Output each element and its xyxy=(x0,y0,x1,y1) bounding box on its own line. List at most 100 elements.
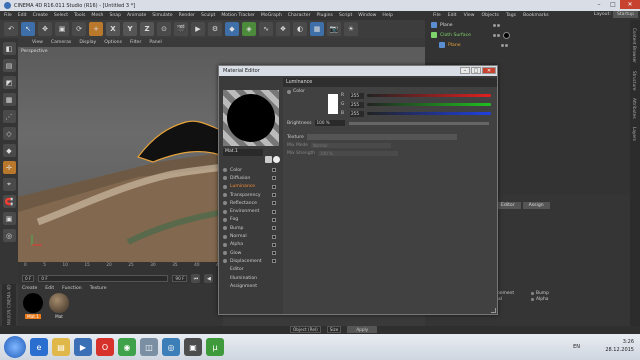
vp-menu-filter[interactable]: Filter xyxy=(130,40,141,45)
start-button-icon[interactable] xyxy=(4,336,26,358)
material-preview-area[interactable] xyxy=(223,90,279,146)
om-menu-file[interactable]: File xyxy=(433,13,441,18)
channel-item-alpha[interactable]: Alpha xyxy=(223,241,278,249)
mm-menu-texture[interactable]: Texture xyxy=(90,286,107,291)
object-row[interactable]: Cloth Surface xyxy=(425,30,640,40)
material-swatch[interactable]: Mat.1 xyxy=(22,293,44,321)
tab-assign[interactable]: Assign xyxy=(522,202,550,209)
green-slider[interactable] xyxy=(367,103,491,106)
edges-mode-icon[interactable]: ◇ xyxy=(2,127,16,140)
menu-character[interactable]: Character xyxy=(288,13,311,18)
menu-mograph[interactable]: MoGraph xyxy=(261,13,282,18)
channel-item-editor[interactable]: Editor xyxy=(223,266,278,274)
move-icon[interactable]: ✥ xyxy=(38,22,52,36)
object-row[interactable]: Plane xyxy=(425,20,640,30)
channel-item-illumination[interactable]: Illumination xyxy=(223,274,278,282)
menu-mesh[interactable]: Mesh xyxy=(91,13,103,18)
texture-field[interactable] xyxy=(306,134,457,140)
opera-icon[interactable]: O xyxy=(96,338,114,356)
scale-icon[interactable]: ▣ xyxy=(55,22,69,36)
points-mode-icon[interactable]: ⋰ xyxy=(2,110,16,123)
layout-dropdown[interactable]: Startup xyxy=(612,11,638,18)
mix-mode-dropdown[interactable]: Normal xyxy=(310,143,391,148)
vp-menu-view[interactable]: View xyxy=(32,40,43,45)
cinema4d-taskbar-icon[interactable]: ◎ xyxy=(162,338,180,356)
app-icon[interactable]: ◫ xyxy=(140,338,158,356)
channel-checkbox[interactable] xyxy=(272,226,276,231)
material-options-icon[interactable] xyxy=(265,156,272,163)
app-icon[interactable]: ▣ xyxy=(184,338,202,356)
solo-icon[interactable]: ◎ xyxy=(2,229,16,242)
menu-simulate[interactable]: Simulate xyxy=(152,13,172,18)
tab-editor[interactable]: Editor xyxy=(495,202,521,209)
file-explorer-icon[interactable]: ▤ xyxy=(52,338,70,356)
menu-plugins[interactable]: Plugins xyxy=(316,13,332,18)
menu-animate[interactable]: Animate xyxy=(127,13,146,18)
array-icon[interactable]: ❖ xyxy=(276,22,290,36)
channel-item-diffusion[interactable]: Diffusion xyxy=(223,174,278,182)
live-selection-icon[interactable]: ↖ xyxy=(21,22,35,36)
make-editable-icon[interactable]: ◧ xyxy=(2,42,16,55)
channel-item-color[interactable]: Color xyxy=(223,166,278,174)
channel-checkbox[interactable] xyxy=(272,251,276,256)
om-menu-tags[interactable]: Tags xyxy=(506,13,516,18)
vp-menu-cameras[interactable]: Cameras xyxy=(51,40,71,45)
channel-checkbox[interactable] xyxy=(272,201,276,206)
menu-help[interactable]: Help xyxy=(382,13,392,18)
channel-checkbox[interactable] xyxy=(272,193,276,198)
vp-menu-display[interactable]: Display xyxy=(79,40,96,45)
channel-checkbox[interactable] xyxy=(272,242,276,247)
prev-frame-icon[interactable]: ◀ xyxy=(204,274,214,283)
om-menu-view[interactable]: View xyxy=(464,13,475,18)
channel-item-assignment[interactable]: Assignment xyxy=(223,282,278,290)
dialog-close-button[interactable]: ✕ xyxy=(482,67,496,74)
polygons-mode-icon[interactable]: ◆ xyxy=(2,144,16,157)
tab-layers[interactable]: Layers xyxy=(632,127,637,141)
workplane-icon[interactable]: ▦ xyxy=(2,93,16,106)
workplane-lock-icon[interactable]: ▣ xyxy=(2,212,16,225)
channel-item-environment[interactable]: Environment xyxy=(223,207,278,215)
size-mode-dropdown[interactable]: Size xyxy=(326,326,342,333)
channel-item-reflectance[interactable]: Reflectance xyxy=(223,199,278,207)
snap-icon[interactable]: 🧲 xyxy=(2,195,16,208)
channel-checkbox[interactable] xyxy=(272,168,276,173)
x-axis-icon[interactable]: X xyxy=(106,22,120,36)
channel-checkbox[interactable] xyxy=(272,209,276,214)
menu-sculpt[interactable]: Sculpt xyxy=(201,13,215,18)
recent-tools-icon[interactable]: + xyxy=(89,22,103,36)
vp-menu-options[interactable]: Options xyxy=(104,40,122,45)
model-mode-icon[interactable]: ▤ xyxy=(2,59,16,72)
channel-checkbox[interactable] xyxy=(272,259,276,264)
red-value-field[interactable]: 255 xyxy=(350,92,364,99)
texture-mode-icon[interactable]: ◩ xyxy=(2,76,16,89)
brightness-slider[interactable] xyxy=(349,121,490,125)
goto-start-icon[interactable]: ⏮ xyxy=(191,274,201,283)
vp-menu-panel[interactable]: Panel xyxy=(149,40,161,45)
menu-render[interactable]: Render xyxy=(179,13,195,18)
dialog-titlebar[interactable]: Material Editor – □ ✕ xyxy=(219,66,497,76)
om-menu-edit[interactable]: Edit xyxy=(448,13,457,18)
dialog-maximize-button[interactable]: □ xyxy=(471,67,481,74)
channel-checkbox[interactable] xyxy=(272,176,276,181)
internet-explorer-icon[interactable]: e xyxy=(30,338,48,356)
cube-icon[interactable]: ◆ xyxy=(225,22,239,36)
attr-channel[interactable]: Bump xyxy=(531,291,581,296)
material-swatch[interactable]: Mat xyxy=(48,293,70,321)
red-slider[interactable] xyxy=(367,94,491,97)
frame-range-slider[interactable]: 0 F xyxy=(38,275,169,282)
deformer-icon[interactable]: ◐ xyxy=(293,22,307,36)
minimize-button[interactable]: – xyxy=(592,0,606,9)
dialog-minimize-button[interactable]: – xyxy=(460,67,470,74)
channel-checkbox[interactable] xyxy=(272,217,276,222)
menu-tools[interactable]: Tools xyxy=(74,13,85,18)
channel-item-bump[interactable]: Bump xyxy=(223,224,278,232)
mm-menu-edit[interactable]: Edit xyxy=(45,286,54,291)
floor-icon[interactable]: ▦ xyxy=(310,22,324,36)
chrome-icon[interactable]: ◉ xyxy=(118,338,136,356)
menu-edit[interactable]: Edit xyxy=(18,13,27,18)
end-frame-field[interactable]: 90 F xyxy=(172,275,188,282)
object-row[interactable]: Plane xyxy=(425,40,640,50)
tab-structure[interactable]: Structure xyxy=(632,71,637,90)
close-button[interactable]: ✕ xyxy=(620,0,640,9)
om-menu-bookmarks[interactable]: Bookmarks xyxy=(523,13,549,18)
